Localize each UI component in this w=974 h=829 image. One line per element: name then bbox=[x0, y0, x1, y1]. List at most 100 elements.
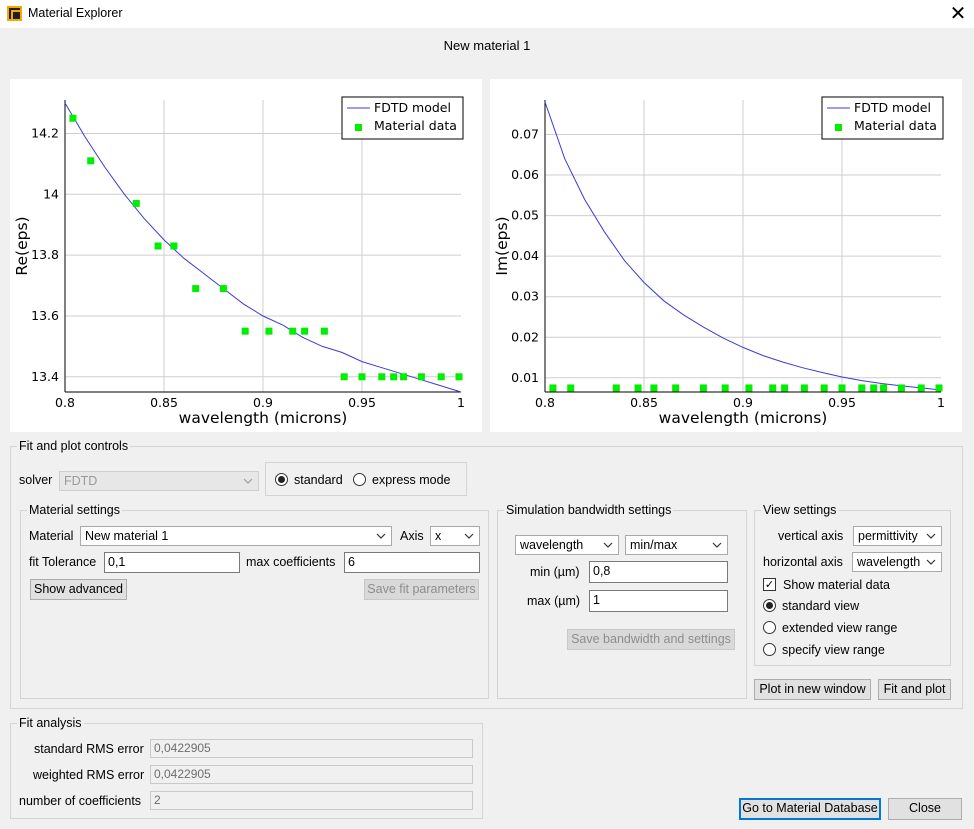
bandwidth-max-input[interactable]: 1 bbox=[589, 590, 728, 612]
material-select-value: New material 1 bbox=[85, 529, 169, 543]
material-data-point bbox=[745, 384, 753, 392]
x-tick-label: 0.95 bbox=[348, 395, 376, 410]
material-data-point bbox=[721, 384, 729, 392]
mode-express-radio[interactable] bbox=[353, 473, 366, 486]
x-axis-label: wavelength (microns) bbox=[179, 409, 348, 427]
material-data-point bbox=[612, 384, 620, 392]
close-window-icon[interactable]: ✕ bbox=[946, 2, 970, 24]
horizontal-axis-select[interactable]: wavelength bbox=[852, 552, 942, 572]
material-label: Material bbox=[29, 529, 74, 543]
y-tick-label: 13.6 bbox=[31, 308, 59, 323]
material-data-point bbox=[455, 373, 463, 381]
material-data-point bbox=[170, 242, 178, 250]
chevron-down-icon bbox=[712, 542, 722, 548]
solver-select[interactable]: FDTD bbox=[59, 471, 259, 491]
fit-tolerance-label: fit Tolerance bbox=[29, 555, 97, 569]
legend-data-label: Material data bbox=[374, 118, 457, 133]
specify-view-radio[interactable] bbox=[763, 643, 776, 656]
fit-and-plot-button[interactable]: Fit and plot bbox=[878, 679, 951, 700]
material-data-point bbox=[870, 384, 878, 392]
y-tick-label: 0.02 bbox=[511, 329, 539, 344]
material-data-point bbox=[87, 157, 95, 165]
chevron-down-icon bbox=[464, 533, 474, 539]
material-data-point bbox=[400, 373, 408, 381]
x-tick-label: 0.9 bbox=[733, 395, 753, 410]
material-data-point bbox=[301, 327, 309, 335]
bandwidth-quantity-value: wavelength bbox=[520, 538, 584, 552]
material-data-point bbox=[390, 373, 398, 381]
material-data-point bbox=[672, 384, 680, 392]
max-coefficients-label: max coefficients bbox=[246, 555, 336, 569]
material-data-point bbox=[320, 327, 328, 335]
x-tick-label: 1 bbox=[937, 395, 945, 410]
x-tick-label: 0.95 bbox=[828, 395, 856, 410]
vertical-axis-label: vertical axis bbox=[778, 529, 844, 543]
y-axis-label: Re(eps) bbox=[13, 216, 31, 275]
y-tick-label: 14 bbox=[43, 186, 59, 201]
material-data-point bbox=[549, 384, 557, 392]
standard-view-label[interactable]: standard view bbox=[782, 599, 859, 613]
x-tick-label: 0.9 bbox=[253, 395, 273, 410]
x-tick-label: 1 bbox=[457, 395, 465, 410]
fit-plot-controls-title: Fit and plot controls bbox=[17, 439, 131, 453]
y-tick-label: 0.07 bbox=[511, 126, 539, 141]
num-coefficients-field: 2 bbox=[150, 791, 473, 810]
close-button[interactable]: Close bbox=[888, 798, 962, 820]
bandwidth-range-mode-select[interactable]: min/max bbox=[625, 535, 728, 555]
solver-label: solver bbox=[19, 473, 53, 487]
material-data-point bbox=[838, 384, 846, 392]
y-tick-label: 0.04 bbox=[511, 248, 539, 263]
show-advanced-button[interactable]: Show advanced bbox=[30, 579, 127, 600]
material-data-point bbox=[897, 384, 905, 392]
y-tick-label: 13.8 bbox=[31, 247, 59, 262]
material-data-point bbox=[858, 384, 866, 392]
mode-standard-label[interactable]: standard bbox=[294, 473, 343, 487]
material-data-point bbox=[378, 373, 386, 381]
max-coefficients-input[interactable]: 6 bbox=[344, 552, 480, 573]
material-data-point bbox=[917, 384, 925, 392]
specify-view-label[interactable]: specify view range bbox=[782, 643, 885, 657]
show-material-data-checkbox[interactable]: ✓ bbox=[763, 578, 776, 591]
title-bar bbox=[0, 0, 974, 28]
bandwidth-range-mode-value: min/max bbox=[630, 538, 678, 552]
fit-tolerance-input[interactable]: 0,1 bbox=[104, 552, 240, 573]
re-eps-plot-panel: 0.8 0.85 0.9 0.95 1 13.4 13.6 13.8 14 14.2 wavelen… bbox=[10, 79, 482, 432]
material-data-point bbox=[358, 373, 366, 381]
material-data-point bbox=[265, 327, 273, 335]
chevron-down-icon bbox=[926, 533, 936, 539]
save-fit-parameters-button[interactable]: Save fit parameters bbox=[364, 579, 479, 600]
axis-select[interactable]: x bbox=[430, 526, 480, 546]
material-data-point bbox=[567, 384, 575, 392]
material-data-point bbox=[820, 384, 828, 392]
save-bandwidth-button[interactable]: Save bandwidth and settings bbox=[567, 629, 735, 650]
y-tick-label: 0.05 bbox=[511, 208, 539, 223]
material-data-point bbox=[800, 384, 808, 392]
standard-rms-field: 0,0422905 bbox=[150, 739, 473, 758]
mode-standard-radio[interactable] bbox=[275, 473, 288, 486]
view-settings-title: View settings bbox=[761, 503, 839, 517]
plot-in-new-window-button[interactable]: Plot in new window bbox=[754, 679, 871, 700]
y-tick-label: 0.03 bbox=[511, 289, 539, 304]
show-material-data-label[interactable]: Show material data bbox=[783, 578, 890, 592]
legend-model-label: FDTD model bbox=[854, 100, 931, 115]
standard-view-radio[interactable] bbox=[763, 599, 776, 612]
material-data-point bbox=[634, 384, 642, 392]
go-to-material-database-button[interactable]: Go to Material Database bbox=[739, 798, 881, 820]
material-data-point bbox=[417, 373, 425, 381]
solver-select-value: FDTD bbox=[64, 474, 98, 488]
material-select[interactable]: New material 1 bbox=[80, 526, 392, 546]
mode-express-label[interactable]: express mode bbox=[372, 473, 451, 487]
im-eps-plot-panel: 0.8 0.85 0.9 0.95 1 0.01 0.02 0.03 0.04 0.05 0.06 0… bbox=[490, 79, 962, 432]
x-axis-label: wavelength (microns) bbox=[659, 409, 828, 427]
axis-select-value: x bbox=[435, 529, 442, 543]
num-coefficients-label: number of coefficients bbox=[19, 794, 142, 808]
fit-analysis-title: Fit analysis bbox=[17, 716, 84, 730]
chevron-down-icon bbox=[243, 478, 253, 484]
vertical-axis-select[interactable]: permittivity bbox=[853, 526, 942, 546]
bandwidth-quantity-select[interactable]: wavelength bbox=[515, 535, 619, 555]
bandwidth-min-input[interactable]: 0,8 bbox=[589, 561, 728, 583]
extended-view-radio[interactable] bbox=[763, 621, 776, 634]
material-data-point bbox=[289, 327, 297, 335]
extended-view-label[interactable]: extended view range bbox=[782, 621, 897, 635]
material-data-point bbox=[650, 384, 658, 392]
